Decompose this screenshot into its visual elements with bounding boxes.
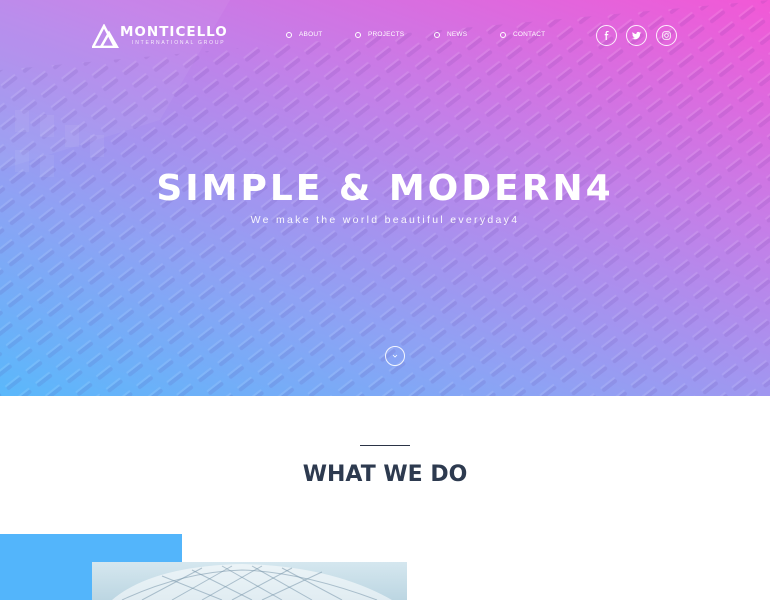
nav-item-label: CONTACT [513,31,546,38]
instagram-icon [662,31,671,40]
nav-dot-icon [434,31,440,38]
facebook-button[interactable] [596,25,617,46]
nav-item-label: NEWS [447,31,468,38]
logo-subtitle: INTERNATIONAL GROUP [132,40,226,46]
instagram-button[interactable] [656,25,677,46]
section-title: WHAT WE DO [302,462,468,487]
scroll-down-button[interactable] [385,346,405,366]
section-divider [360,445,410,446]
main-nav: ABOUT PROJECTS NEWS CONTACT [286,31,545,38]
nav-item-label: PROJECTS [368,31,405,38]
nav-item-projects[interactable]: PROJECTS [355,31,434,38]
nav-item-label: ABOUT [299,31,323,38]
chevron-down-icon [392,354,398,358]
hero-banner: MONTICELLO INTERNATIONAL GROUP ABOUT PRO… [0,0,770,396]
hero-subtitle: We make the world beautiful everyday4 [250,214,520,226]
nav-dot-icon [500,31,506,38]
nav-dot-icon [286,31,292,38]
nav-item-contact[interactable]: CONTACT [500,31,545,38]
logo[interactable]: MONTICELLO INTERNATIONAL GROUP [92,24,228,48]
twitter-icon [632,31,641,40]
service-photo [92,562,407,600]
twitter-button[interactable] [626,25,647,46]
logo-name: MONTICELLO [120,24,228,40]
nav-item-about[interactable]: ABOUT [286,31,355,38]
dome-structure-image [112,564,392,600]
hero-title: SIMPLE & MODERN4 [156,168,614,209]
facebook-icon [604,31,609,40]
social-links [596,25,686,46]
nav-dot-icon [355,31,361,38]
nav-item-news[interactable]: NEWS [434,31,500,38]
